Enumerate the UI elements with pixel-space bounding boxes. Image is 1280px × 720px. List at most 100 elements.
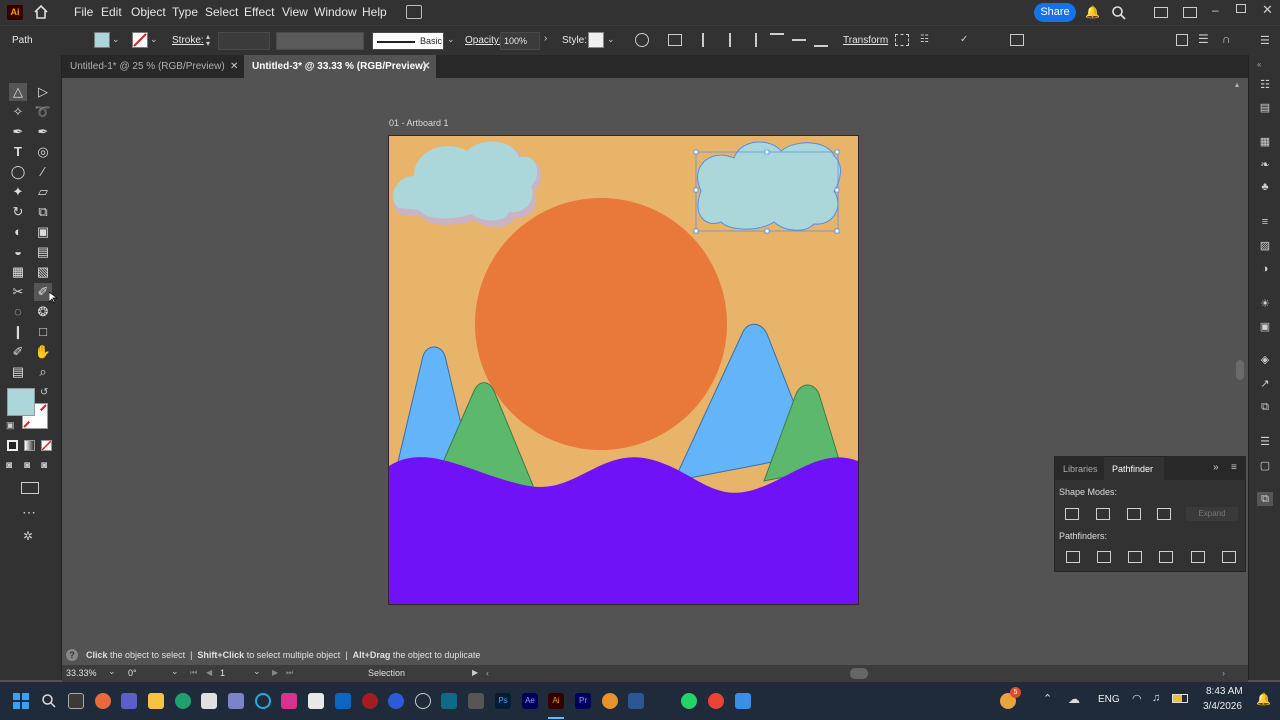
photos-icon[interactable] — [735, 693, 751, 709]
tab-untitled-1[interactable]: Untitled-1* @ 25 % (RGB/Preview) ✕ — [62, 55, 244, 78]
volume-icon[interactable]: ♫ — [1152, 692, 1160, 704]
zoom-tool-icon[interactable]: ⌕ — [34, 363, 52, 381]
scroll-right-icon[interactable]: › — [1222, 668, 1225, 678]
menu-type[interactable]: Type — [172, 5, 198, 19]
merge-button[interactable] — [1128, 551, 1142, 563]
help-icon[interactable]: ? — [66, 649, 78, 661]
selection-tool-icon[interactable]: △ — [9, 83, 27, 101]
warp-icon[interactable]: ☷ — [920, 34, 934, 46]
calculator-icon[interactable] — [228, 693, 244, 709]
paintbrush-icon[interactable]: ∕ — [34, 163, 52, 181]
window-layout-icon[interactable] — [1183, 7, 1197, 18]
vertical-scrollbar[interactable]: ▴ ▾ — [1232, 78, 1248, 666]
search-icon[interactable] — [1111, 5, 1127, 21]
crop-button[interactable] — [1159, 551, 1173, 563]
more-tools-icon[interactable]: ⋯ — [22, 504, 37, 521]
trim-button[interactable] — [1097, 551, 1111, 563]
symbols-icon[interactable]: ♣ — [1257, 180, 1273, 194]
first-artboard-icon[interactable]: ⏮ — [190, 668, 197, 678]
onedrive-icon[interactable]: ☁ — [1068, 692, 1080, 706]
direct-selection-tool-icon[interactable]: ▷ — [34, 83, 52, 101]
stroke-label[interactable]: Stroke: — [172, 35, 204, 46]
photoshop-icon[interactable]: Ps — [495, 693, 511, 709]
artboard-number[interactable]: 1 — [220, 668, 225, 678]
exclude-button[interactable] — [1157, 508, 1171, 520]
align-left-icon[interactable] — [702, 33, 714, 47]
menu-view[interactable]: View — [282, 5, 308, 19]
clock-time[interactable]: 8:43 AM — [1206, 686, 1243, 697]
previous-artboard-icon[interactable]: ◀ — [206, 668, 212, 677]
stroke-stepper-icon[interactable]: ▴ ▾ — [206, 33, 214, 48]
notification-bell-icon[interactable]: 🔔 — [1085, 5, 1100, 19]
pathfinder-panel-icon[interactable]: ⧉ — [1257, 492, 1273, 506]
chevron-down-icon[interactable]: ⌄ — [112, 34, 120, 45]
ellipse-tool-icon[interactable]: ◯ — [9, 163, 27, 181]
opacity-label[interactable]: Opacity: — [465, 35, 502, 46]
transform-panel-icon[interactable]: ▢ — [1257, 459, 1273, 473]
lasso-icon[interactable]: ➰ — [34, 103, 52, 121]
rotate-tool-icon[interactable]: ↻ — [9, 203, 27, 221]
menu-edit[interactable]: Edit — [101, 5, 122, 19]
column-graph-icon[interactable]: ❙ — [9, 323, 27, 341]
scale-tool-icon[interactable]: ⧉ — [34, 203, 52, 221]
libraries-icon[interactable]: ▦ — [1257, 135, 1273, 149]
align-top-icon[interactable] — [770, 33, 784, 45]
next-artboard-icon[interactable]: ▶ — [272, 668, 278, 677]
illustrator-icon[interactable]: Ai — [548, 693, 564, 709]
puppet-warp-icon[interactable]: ☰ — [1198, 32, 1212, 46]
app-icon[interactable] — [441, 693, 457, 709]
close-tab-icon[interactable]: ✕ — [422, 55, 430, 78]
shaper-tool-icon[interactable]: ✦ — [9, 183, 27, 201]
pen-tool-icon[interactable]: ✒ — [9, 123, 27, 141]
opacity-input[interactable]: 100% — [500, 32, 540, 50]
tab-libraries[interactable]: Libraries — [1063, 464, 1098, 474]
status-menu-icon[interactable]: ▶ — [472, 668, 478, 677]
align-bottom-icon[interactable] — [814, 33, 828, 47]
close-tab-icon[interactable]: ✕ — [230, 55, 238, 78]
transform-link[interactable]: Transform — [843, 35, 888, 46]
whatsapp-icon[interactable] — [681, 693, 697, 709]
align-to-icon[interactable] — [668, 34, 682, 46]
instagram-icon[interactable] — [281, 693, 297, 709]
tab-untitled-3[interactable]: Untitled-3* @ 33.33 % (RGB/Preview) ✕ — [244, 55, 436, 78]
task-view-icon[interactable] — [68, 693, 84, 709]
artboard-tool-icon[interactable]: □ — [34, 323, 52, 341]
horizontal-scroll-thumb[interactable] — [850, 668, 868, 679]
cortana-icon[interactable] — [255, 693, 271, 709]
measure-tool-icon[interactable]: ✂ — [9, 283, 27, 301]
gradient-panel-icon[interactable]: ▨ — [1257, 239, 1273, 253]
menu-object[interactable]: Object — [131, 5, 166, 19]
quick-actions-icon[interactable] — [1176, 34, 1188, 46]
color-mode-icon[interactable] — [7, 440, 18, 451]
stroke-panel-icon[interactable]: ≡ — [1257, 215, 1273, 229]
layers-quick-icon[interactable]: ▤ — [1257, 101, 1273, 115]
chevron-down-icon[interactable]: ⌄ — [150, 34, 158, 45]
chevron-down-icon[interactable]: ⌄ — [253, 666, 261, 677]
default-colors-icon[interactable]: ▣ — [6, 420, 15, 431]
gradient-tool-icon[interactable]: ▧ — [34, 263, 52, 281]
spiral-tool-icon[interactable]: ◎ — [34, 143, 52, 161]
stroke-weight-input[interactable] — [218, 32, 270, 50]
shape-builder-icon[interactable]: ◒ — [9, 243, 27, 261]
chevron-right-icon[interactable]: › — [544, 33, 547, 44]
draw-behind-icon[interactable]: ◙ — [24, 460, 30, 471]
path-options-icon[interactable]: ✓ — [960, 34, 974, 46]
menu-effect[interactable]: Effect — [244, 5, 274, 19]
symbol-sprayer-icon[interactable]: ❂ — [34, 303, 52, 321]
magic-wand-icon[interactable]: ✧ — [9, 103, 27, 121]
brushes-icon[interactable]: ❧ — [1257, 158, 1273, 172]
divide-button[interactable] — [1066, 551, 1080, 563]
mesh-tool-icon[interactable]: ▦ — [9, 263, 27, 281]
opera-icon[interactable] — [362, 693, 378, 709]
draw-normal-icon[interactable]: ◙ — [6, 460, 12, 471]
minimize-icon[interactable]: – — [1212, 3, 1224, 17]
collapse-panels-icon[interactable]: « — [1257, 60, 1261, 69]
wifi-icon[interactable]: ◠ — [1132, 692, 1142, 705]
chevron-down-icon[interactable]: ⌄ — [607, 34, 615, 45]
outline-button[interactable] — [1191, 551, 1205, 563]
artboard[interactable] — [388, 135, 859, 605]
graphic-style-swatch[interactable] — [588, 32, 604, 48]
edge-icon[interactable] — [175, 693, 191, 709]
scroll-up-icon[interactable]: ▴ — [1235, 80, 1239, 89]
align-panel-icon[interactable]: ☰ — [1257, 435, 1273, 449]
